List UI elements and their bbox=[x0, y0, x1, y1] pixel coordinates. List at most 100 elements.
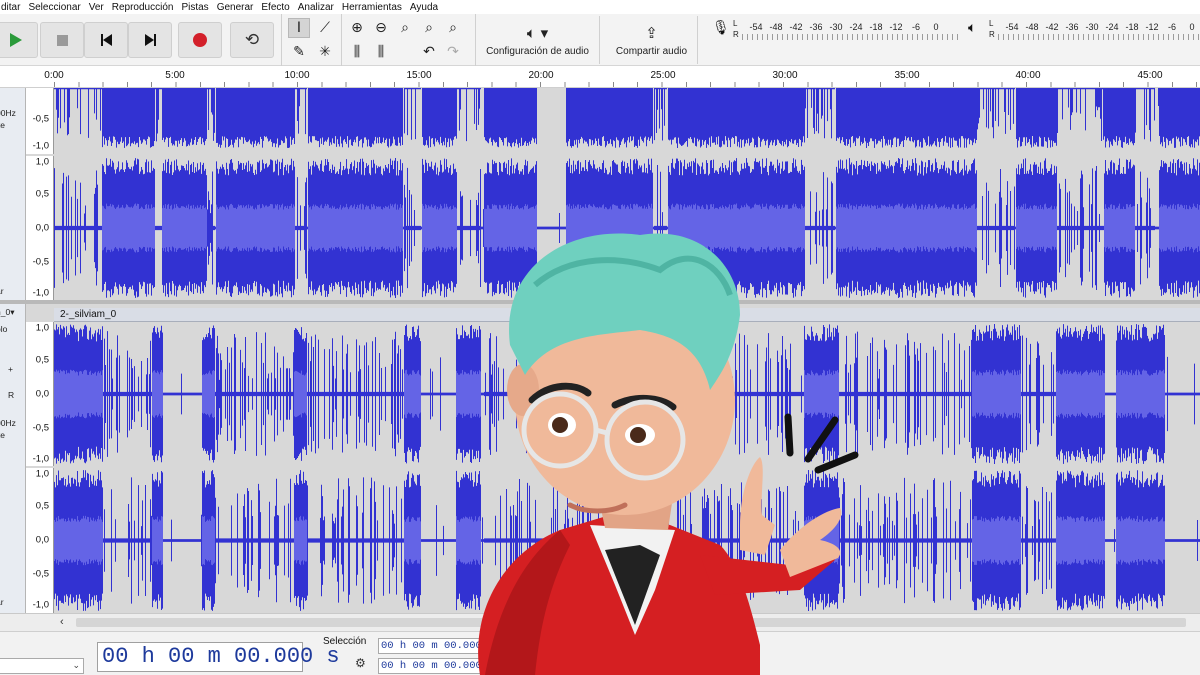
audio-setup-button[interactable]: 🔈︎ ▾ Configuración de audio bbox=[476, 16, 600, 64]
loop-button[interactable]: ⟲ bbox=[230, 22, 274, 58]
multi-tool-icon[interactable]: ✳ bbox=[314, 42, 336, 62]
scale-label: 1,0 bbox=[35, 322, 49, 334]
share-audio-button[interactable]: ⇪ Compartir audio bbox=[606, 16, 698, 64]
menu-bar: ditar Seleccionar Ver Reproducción Pista… bbox=[0, 0, 1200, 14]
toolbar: ⟲ I ⟋ ✎ ✳ ⊕ ⊖ ⌕ ⌕ ⌕ ⫼ ⫼ ↶ ↷ 🔈︎ ▾ Configu… bbox=[0, 14, 1200, 66]
audio-setup-label: Configuración de audio bbox=[486, 45, 589, 57]
scale-label: -0,5 bbox=[32, 568, 49, 580]
menu-herramientas[interactable]: Herramientas bbox=[338, 2, 406, 13]
track-1-select-button[interactable]: ar bbox=[0, 286, 4, 296]
ruler-label: 15:00 bbox=[406, 70, 432, 81]
speaker-icon: 🔈︎ ▾ bbox=[526, 23, 549, 42]
track-separator[interactable] bbox=[0, 300, 1200, 304]
fit-project-icon[interactable]: ⌕ bbox=[418, 18, 440, 38]
menu-ayuda[interactable]: Ayuda bbox=[406, 2, 442, 13]
edit-toolbar: ⊕ ⊖ ⌕ ⌕ ⌕ ⫼ ⫼ ↶ ↷ bbox=[342, 14, 476, 66]
project-rate-select[interactable]: ⌄ bbox=[0, 658, 84, 674]
scale-label: 1,0 bbox=[35, 468, 49, 480]
menu-seleccionar[interactable]: Seleccionar bbox=[24, 2, 84, 13]
record-button[interactable] bbox=[178, 22, 222, 58]
scroll-left-icon[interactable]: ‹ bbox=[60, 616, 64, 628]
selection-toolbar: ⌄ 00 h 00 m 00.000 s Selección ⚙ 00 h 00… bbox=[0, 631, 1200, 675]
clip-title-bar[interactable]: 2-_silviam_0 bbox=[54, 308, 1200, 322]
trim-icon[interactable]: ⫼ bbox=[346, 42, 368, 62]
ruler-label: 25:00 bbox=[650, 70, 676, 81]
envelope-tool-icon[interactable]: ⟋ bbox=[314, 18, 336, 38]
scale-label: -0,5 bbox=[32, 256, 49, 268]
zoom-toggle-icon[interactable]: ⌕ bbox=[442, 18, 464, 38]
ruler-label: 10:00 bbox=[284, 70, 310, 81]
ruler-label: 5:00 bbox=[165, 70, 185, 81]
skip-to-start-icon bbox=[100, 34, 112, 46]
track-1-left-scale: -0,5 -1,0 bbox=[26, 88, 54, 154]
ruler-label: 35:00 bbox=[894, 70, 920, 81]
stop-button[interactable] bbox=[40, 22, 84, 58]
chevron-down-icon: ⌄ bbox=[72, 660, 80, 670]
gear-icon[interactable]: ⚙ bbox=[355, 656, 366, 670]
ruler-label: 40:00 bbox=[1015, 70, 1041, 81]
track-1-right-waveform[interactable] bbox=[54, 156, 1200, 300]
redo-icon[interactable]: ↷ bbox=[442, 42, 464, 62]
time-display[interactable]: 00 h 00 m 00.000 s bbox=[97, 642, 340, 672]
recording-meter[interactable]: 🎙︎ LR -54 -48 -42 -36 -30 -24 -18 -12 -6 0 bbox=[706, 18, 958, 44]
scale-label: -0,5 bbox=[32, 113, 49, 125]
microphone-icon: 🎙︎ bbox=[712, 20, 730, 36]
scale-label: 0,5 bbox=[35, 188, 49, 200]
track-2-select-button[interactable]: ar bbox=[0, 597, 4, 607]
menu-ver[interactable]: Ver bbox=[85, 2, 108, 13]
ruler-label: 0:00 bbox=[44, 70, 64, 81]
selection-end-field[interactable]: 00 h 00 m 00.000 s bbox=[378, 658, 508, 674]
playback-meter[interactable]: 🔈︎ LR -54 -48 -42 -36 -30 -24 -18 -12 -6 0 bbox=[962, 18, 1200, 44]
track-1-control-panel[interactable]: 00Hz ite ar bbox=[0, 88, 26, 300]
track-1-format: ite bbox=[0, 120, 5, 130]
horizontal-scrollbar[interactable]: ‹ bbox=[0, 613, 1200, 631]
scale-label: -0,5 bbox=[32, 422, 49, 434]
skip-to-start-button[interactable] bbox=[84, 22, 128, 58]
draw-tool-icon[interactable]: ✎ bbox=[288, 42, 310, 62]
ruler-label: 30:00 bbox=[772, 70, 798, 81]
undo-icon[interactable]: ↶ bbox=[418, 42, 440, 62]
scale-label: 0,5 bbox=[35, 354, 49, 366]
scroll-thumb[interactable] bbox=[76, 618, 1186, 627]
timeline-ruler[interactable]: 0:00 5:00 10:00 15:00 20:00 25:00 30:00 … bbox=[0, 66, 1200, 88]
menu-reproduccion[interactable]: Reproducción bbox=[108, 2, 178, 13]
track-2-rate: 00Hz bbox=[0, 418, 16, 428]
stop-icon bbox=[56, 34, 68, 46]
scale-label: 0,0 bbox=[35, 534, 49, 546]
playback-meter-scale: -54 -48 -42 -36 -30 -24 -18 -12 -6 0 bbox=[1005, 22, 1195, 32]
speaker-meter-icon: 🔈︎ bbox=[968, 20, 977, 36]
menu-analizar[interactable]: Analizar bbox=[294, 2, 338, 13]
scale-label: -1,0 bbox=[32, 453, 49, 465]
share-icon: ⇪ bbox=[645, 23, 658, 42]
selection-start-field[interactable]: 00 h 00 m 00.000 s bbox=[378, 638, 508, 654]
track-2-name-menu[interactable]: n_0▾ bbox=[0, 307, 14, 317]
menu-efecto[interactable]: Efecto bbox=[257, 2, 293, 13]
ruler-minor-ticks bbox=[54, 82, 1200, 87]
scale-label: 1,0 bbox=[35, 156, 49, 168]
zoom-out-icon[interactable]: ⊖ bbox=[370, 18, 392, 38]
track-2-left-waveform[interactable] bbox=[54, 322, 1200, 466]
silence-icon[interactable]: ⫼ bbox=[370, 42, 392, 62]
track-2-solo-button[interactable]: olo bbox=[0, 324, 7, 334]
menu-generar[interactable]: Generar bbox=[213, 2, 258, 13]
meter-channels: LR bbox=[989, 19, 995, 39]
zoom-in-icon[interactable]: ⊕ bbox=[346, 18, 368, 38]
track-2-control-panel[interactable]: n_0▾ olo + R 00Hz ite ar bbox=[0, 304, 26, 613]
track-2-right-waveform[interactable] bbox=[54, 468, 1200, 613]
scale-label: 0,5 bbox=[35, 500, 49, 512]
selection-tool-icon[interactable]: I bbox=[288, 18, 310, 38]
menu-pistas[interactable]: Pistas bbox=[177, 2, 212, 13]
skip-to-end-icon bbox=[144, 34, 156, 46]
skip-to-end-button[interactable] bbox=[128, 22, 172, 58]
loop-icon: ⟲ bbox=[244, 30, 260, 50]
ruler-label: 45:00 bbox=[1137, 70, 1163, 81]
menu-editar[interactable]: ditar bbox=[0, 2, 24, 13]
fit-selection-icon[interactable]: ⌕ bbox=[394, 18, 416, 38]
scale-label: 0,0 bbox=[35, 388, 49, 400]
play-button[interactable] bbox=[0, 22, 38, 58]
track-2-pan-right[interactable]: R bbox=[8, 390, 14, 400]
track-1-left-waveform[interactable] bbox=[54, 88, 1200, 154]
record-icon bbox=[193, 33, 207, 47]
track-1-right-scale: 1,0 0,5 0,0 -0,5 -1,0 bbox=[26, 156, 54, 300]
track-2-gain-plus[interactable]: + bbox=[8, 364, 13, 374]
